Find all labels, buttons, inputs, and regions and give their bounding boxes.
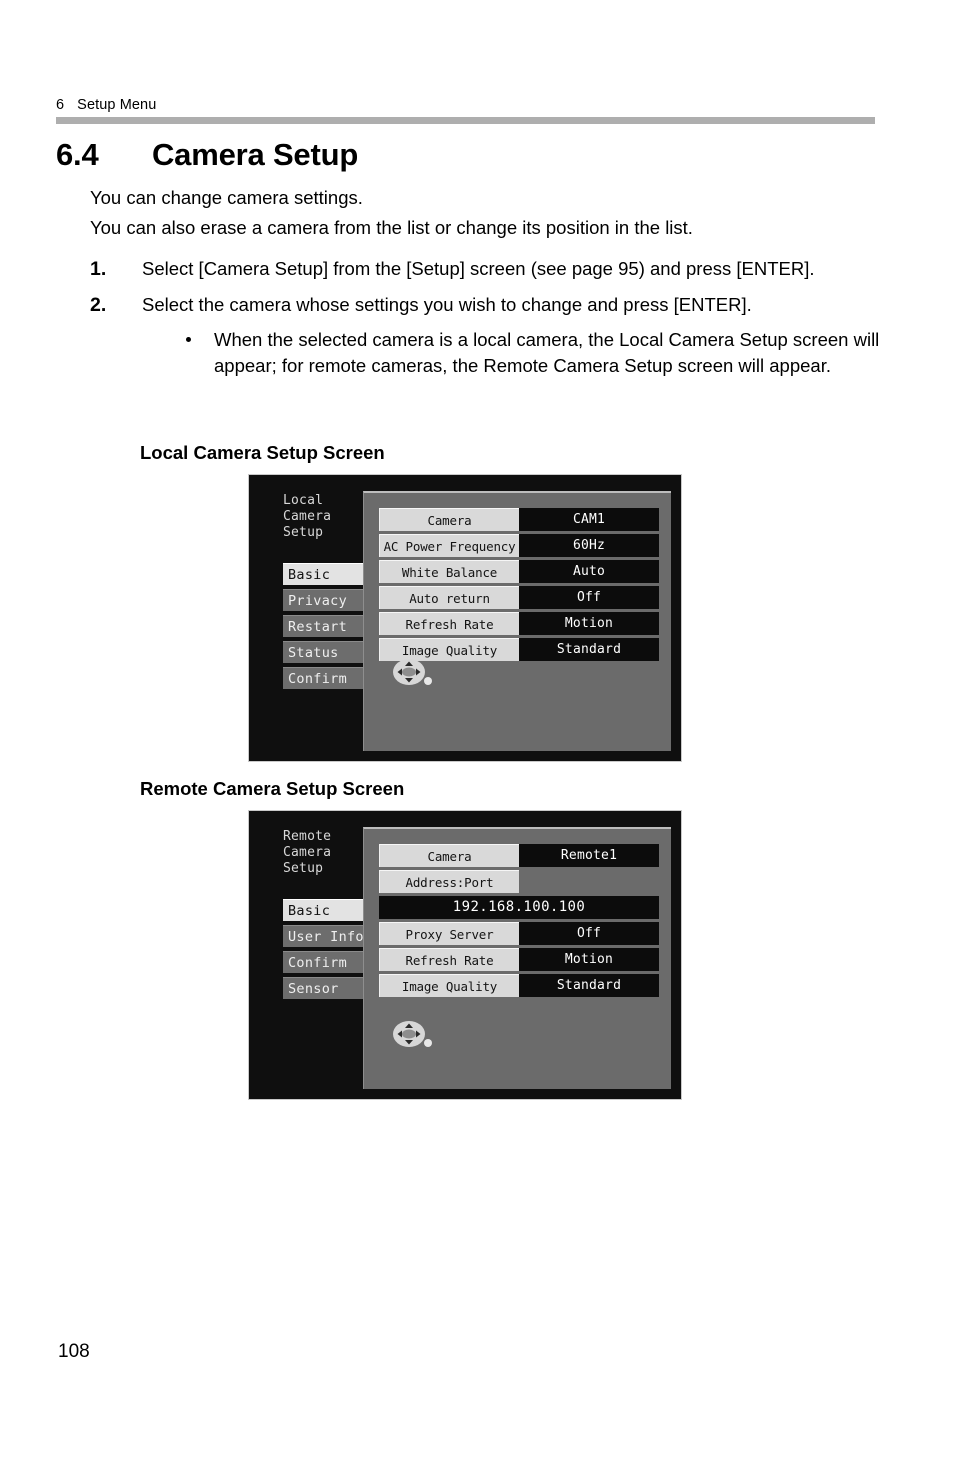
heading-remote-camera-setup: Remote Camera Setup Screen	[140, 778, 405, 799]
osd-label-auto-return: Auto return	[379, 586, 519, 609]
bullet-item: When the selected camera is a local came…	[180, 327, 890, 379]
figure-local-camera-setup-screen: Local Camera Setup Basic Privacy Restart…	[248, 474, 682, 762]
step-2: 2. Select the camera whose settings you …	[90, 291, 890, 379]
header-divider	[56, 117, 875, 124]
osd-row-image-quality[interactable]: Image Quality Standard	[379, 974, 659, 997]
osd-row-refresh-rate[interactable]: Refresh Rate Motion	[379, 612, 659, 635]
osd-row-ac-power-frequency[interactable]: AC Power Frequency 60Hz	[379, 534, 659, 557]
step-1: 1. Select [Camera Setup] from the [Setup…	[90, 255, 890, 283]
osd-value-image-quality: Standard	[519, 638, 659, 661]
osd-value-refresh-rate: Motion	[519, 948, 659, 971]
osd-label-camera: Camera	[379, 508, 519, 531]
osd-label-refresh-rate: Refresh Rate	[379, 612, 519, 635]
osd-value-ip-address: 192.168.100.100	[379, 896, 659, 919]
osd-label-proxy-server: Proxy Server	[379, 922, 519, 945]
step-2-text: Select the camera whose settings you wis…	[142, 294, 752, 315]
section-number: 6.4	[56, 137, 99, 172]
osd-row-auto-return[interactable]: Auto return Off	[379, 586, 659, 609]
step-1-text: Select [Camera Setup] from the [Setup] s…	[142, 258, 815, 279]
header-chapter-number: 6	[56, 97, 65, 113]
osd-value-camera: CAM1	[519, 508, 659, 531]
osd-row-proxy-server[interactable]: Proxy Server Off	[379, 922, 659, 945]
bullet-dot-icon	[186, 337, 191, 342]
osd-value-image-quality: Standard	[519, 974, 659, 997]
osd-row-ip-address[interactable]: 192.168.100.100	[379, 896, 659, 919]
page-number: 108	[58, 1341, 90, 1362]
procedure-steps: 1. Select [Camera Setup] from the [Setup…	[90, 255, 890, 387]
running-header: 6 Setup Menu	[56, 97, 876, 113]
osd-value-ac-power-frequency: 60Hz	[519, 534, 659, 557]
heading-local-camera-setup: Local Camera Setup Screen	[140, 442, 385, 463]
osd-row-white-balance[interactable]: White Balance Auto	[379, 560, 659, 583]
osd-label-white-balance: White Balance	[379, 560, 519, 583]
bullet-text: When the selected camera is a local came…	[214, 329, 880, 376]
intro-line-1: You can change camera settings.	[90, 187, 363, 208]
osd-row-camera[interactable]: Camera CAM1	[379, 508, 659, 531]
osd-value-proxy-server: Off	[519, 922, 659, 945]
step-2-bullets: When the selected camera is a local came…	[142, 327, 890, 379]
page-title: 6.4 Camera Setup	[56, 137, 358, 173]
section-title-text: Camera Setup	[152, 137, 359, 172]
osd-label-ac-power-frequency: AC Power Frequency	[379, 534, 519, 557]
osd-label-camera: Camera	[379, 844, 519, 867]
osd-value-white-balance: Auto	[519, 560, 659, 583]
intro-paragraphs: You can change camera settings. You can …	[90, 183, 880, 243]
osd-value-camera: Remote1	[519, 844, 659, 867]
header-chapter-title: Setup Menu	[77, 97, 157, 113]
step-1-number: 1.	[90, 258, 107, 280]
osd-panel-remote: Camera Remote1 Address:Port 192.168.100.…	[363, 827, 671, 1089]
osd-value-address-port	[519, 870, 659, 893]
intro-line-2: You can also erase a camera from the lis…	[90, 217, 693, 238]
osd-label-address-port: Address:Port	[379, 870, 519, 893]
osd-row-refresh-rate[interactable]: Refresh Rate Motion	[379, 948, 659, 971]
osd-label-image-quality: Image Quality	[379, 974, 519, 997]
osd-value-refresh-rate: Motion	[519, 612, 659, 635]
osd-settings-list-remote: Camera Remote1 Address:Port 192.168.100.…	[379, 844, 659, 1000]
osd-panel-local: Camera CAM1 AC Power Frequency 60Hz Whit…	[363, 491, 671, 751]
figure-remote-camera-setup-screen: Remote Camera Setup Basic User Info Conf…	[248, 810, 682, 1100]
osd-value-auto-return: Off	[519, 586, 659, 609]
osd-label-refresh-rate: Refresh Rate	[379, 948, 519, 971]
osd-row-camera[interactable]: Camera Remote1	[379, 844, 659, 867]
dpad-icon	[390, 655, 436, 689]
step-2-number: 2.	[90, 294, 107, 316]
osd-row-address-port[interactable]: Address:Port	[379, 870, 659, 893]
dpad-icon	[390, 1017, 436, 1051]
osd-settings-list-local: Camera CAM1 AC Power Frequency 60Hz Whit…	[379, 508, 659, 664]
